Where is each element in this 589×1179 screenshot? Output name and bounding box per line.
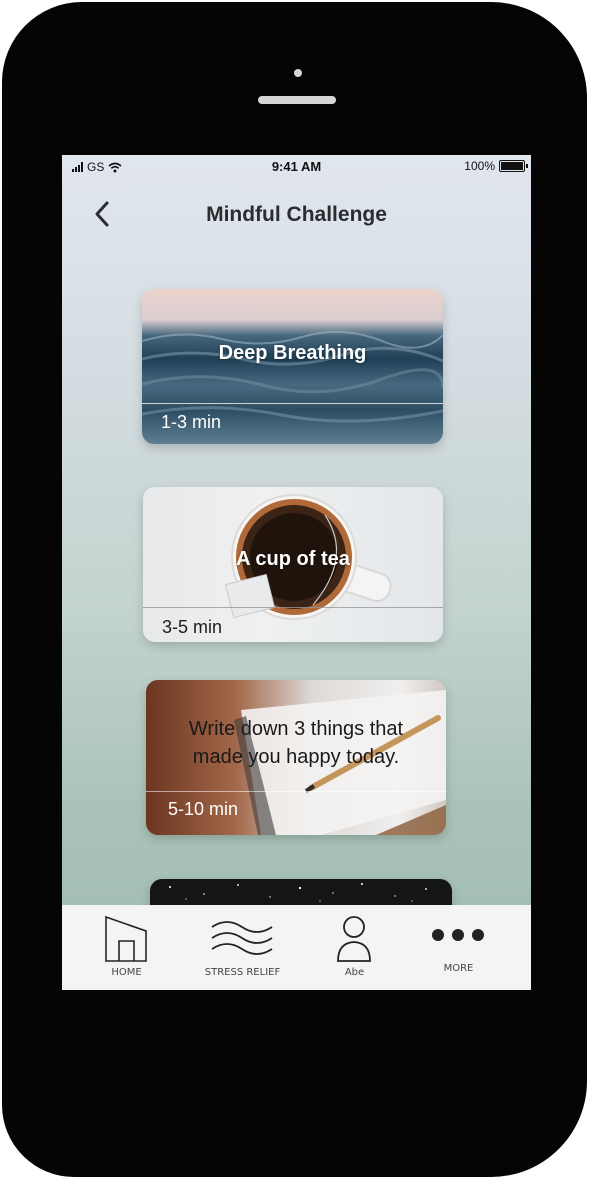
card-divider <box>143 607 443 608</box>
tab-label: STRESS RELIEF <box>204 967 281 978</box>
person-icon <box>337 916 371 962</box>
challenge-duration: 5-10 min <box>168 799 239 819</box>
card-divider <box>142 403 443 404</box>
challenge-card-gratitude[interactable]: Write down 3 things that made you happy … <box>146 680 446 835</box>
battery-icon <box>499 160 528 172</box>
card-divider <box>146 791 446 792</box>
home-icon <box>105 915 147 962</box>
challenge-card-deep-breathing[interactable]: Deep Breathing 1-3 min <box>142 289 443 444</box>
app-screen: GS 9:41 AM 100% Mindful Challenge Deep B… <box>62 155 531 990</box>
challenge-title: Deep Breathing <box>218 342 367 364</box>
bottom-tab-bar: HOME STRESS RELIEF Abe MORE <box>62 905 531 990</box>
challenge-title: Write down 3 things that made you happy … <box>188 718 404 768</box>
waves-icon <box>211 921 273 955</box>
earpiece-speaker <box>258 96 336 104</box>
battery-percent: 100% <box>464 159 495 173</box>
tab-stress-relief[interactable]: STRESS RELIEF <box>184 905 301 990</box>
challenge-duration: 1-3 min <box>161 412 222 432</box>
challenge-duration: 3-5 min <box>162 617 223 637</box>
status-time: 9:41 AM <box>271 159 322 174</box>
tab-profile[interactable]: Abe <box>296 905 413 990</box>
tab-label: HOME <box>111 967 142 978</box>
tab-home[interactable]: HOME <box>68 905 185 990</box>
front-camera <box>294 69 302 77</box>
more-icon <box>432 929 484 941</box>
nav-header: Mindful Challenge <box>62 195 531 235</box>
challenge-card-cup-of-tea[interactable]: A cup of tea 3-5 min <box>143 487 443 642</box>
tab-label: MORE <box>443 963 474 974</box>
tab-more[interactable]: MORE <box>400 905 517 990</box>
tab-label: Abe <box>344 967 365 978</box>
page-title: Mindful Challenge <box>206 203 387 226</box>
challenge-title: A cup of tea <box>236 548 350 570</box>
status-bar: GS 9:41 AM 100% <box>62 155 531 179</box>
